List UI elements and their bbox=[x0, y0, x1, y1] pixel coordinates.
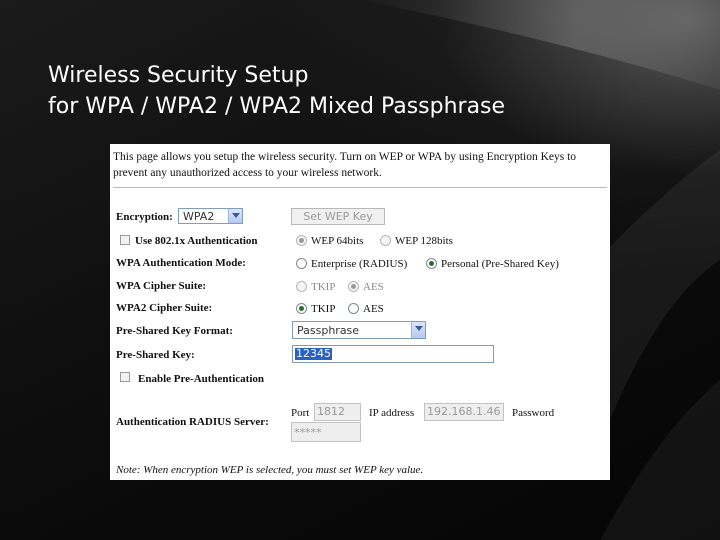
wpa2-tkip-label: TKIP bbox=[311, 303, 336, 315]
wpa2-aes-label: AES bbox=[363, 303, 384, 315]
encryption-select-value: WPA2 bbox=[183, 210, 215, 223]
radio-selected-dot bbox=[351, 284, 356, 289]
use-8021x-label: Use 802.1x Authentication bbox=[135, 235, 258, 247]
wep-64bits-radio[interactable] bbox=[296, 235, 307, 246]
wpa-aes-label: AES bbox=[363, 281, 384, 293]
psk-input-value: 12345 bbox=[295, 347, 332, 360]
radio-selected-dot bbox=[429, 261, 434, 266]
radius-port-input[interactable]: 1812 bbox=[314, 403, 361, 421]
wpa2-cipher-suite-label: WPA2 Cipher Suite: bbox=[116, 302, 213, 314]
wpa-tkip-radio[interactable] bbox=[296, 281, 307, 292]
pre-auth-label: Enable Pre-Authentication bbox=[138, 373, 264, 385]
psk-label: Pre-Shared Key: bbox=[116, 349, 195, 361]
psk-format-label: Pre-Shared Key Format: bbox=[116, 325, 233, 337]
radius-port-value: 1812 bbox=[317, 405, 345, 418]
slide-title-line1: Wireless Security Setup bbox=[48, 63, 309, 88]
wep-note: Note: When encryption WEP is selected, y… bbox=[116, 464, 424, 476]
divider bbox=[113, 187, 607, 188]
psk-format-select-value: Passphrase bbox=[297, 324, 360, 337]
personal-psk-label: Personal (Pre-Shared Key) bbox=[441, 258, 559, 270]
intro-text: This page allows you setup the wireless … bbox=[113, 151, 577, 179]
wireless-security-panel: This page allows you setup the wireless … bbox=[110, 144, 610, 480]
radius-ip-label: IP address bbox=[369, 407, 415, 419]
personal-psk-radio[interactable] bbox=[426, 258, 437, 269]
radius-password-value: ***** bbox=[294, 426, 322, 439]
wpa-cipher-suite-label: WPA Cipher Suite: bbox=[116, 280, 207, 292]
radius-ip-input[interactable]: 192.168.1.46 bbox=[424, 403, 504, 421]
chevron-down-icon bbox=[411, 322, 425, 338]
wpa-auth-mode-label: WPA Authentication Mode: bbox=[116, 257, 246, 269]
encryption-select[interactable]: WPA2 bbox=[178, 208, 243, 224]
wpa2-aes-radio[interactable] bbox=[348, 303, 359, 314]
enterprise-radius-radio[interactable] bbox=[296, 258, 307, 269]
radio-selected-dot bbox=[299, 306, 304, 311]
chevron-down-icon bbox=[228, 209, 242, 223]
psk-format-select[interactable]: Passphrase bbox=[292, 321, 426, 339]
wep-128bits-radio[interactable] bbox=[380, 235, 391, 246]
radius-password-input[interactable]: ***** bbox=[291, 422, 361, 442]
wpa2-tkip-radio[interactable] bbox=[296, 303, 307, 314]
wpa-aes-radio[interactable] bbox=[348, 281, 359, 292]
slide-title: Wireless Security Setup for WPA / WPA2 /… bbox=[48, 60, 505, 122]
radius-password-label: Password bbox=[512, 407, 555, 419]
slide-title-line2: for WPA / WPA2 / WPA2 Mixed Passphrase bbox=[48, 94, 506, 119]
wep-64bits-label: WEP 64bits bbox=[311, 235, 364, 247]
wep-128bits-label: WEP 128bits bbox=[395, 235, 453, 247]
radius-ip-value: 192.168.1.46 bbox=[427, 405, 501, 418]
pre-auth-checkbox[interactable] bbox=[120, 372, 130, 382]
radio-selected-dot bbox=[299, 238, 304, 243]
use-8021x-checkbox[interactable] bbox=[120, 235, 130, 245]
enterprise-radius-label: Enterprise (RADIUS) bbox=[311, 258, 408, 270]
radius-port-label: Port bbox=[291, 407, 310, 419]
encryption-label: Encryption: bbox=[116, 211, 173, 223]
set-wep-key-button[interactable]: Set WEP Key bbox=[291, 208, 385, 225]
radius-server-label: Authentication RADIUS Server: bbox=[116, 416, 269, 428]
wpa-tkip-label: TKIP bbox=[311, 281, 336, 293]
psk-input[interactable]: 12345 bbox=[292, 345, 494, 363]
